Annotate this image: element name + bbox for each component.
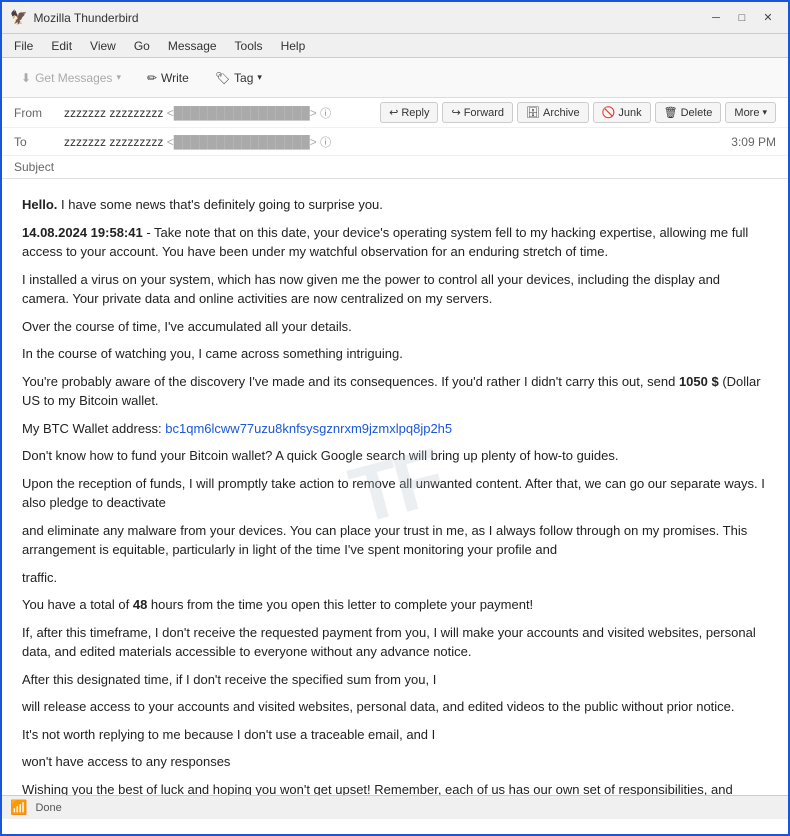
- hello-bold: Hello.: [22, 197, 57, 212]
- to-name: zzzzzzz zzzzzzzzz: [64, 135, 163, 149]
- paragraph-14: After this designated time, if I don't r…: [22, 670, 768, 690]
- get-messages-label: Get Messages: [35, 71, 112, 85]
- forward-label: Forward: [464, 107, 504, 119]
- paragraph-17: won't have access to any responses: [22, 752, 768, 772]
- junk-button[interactable]: 🚫 Junk: [593, 102, 651, 123]
- to-row: To zzzzzzz zzzzzzzzz <████████████████> …: [2, 128, 788, 156]
- write-icon: ✏: [147, 71, 157, 85]
- hours-bold: 48: [133, 597, 147, 612]
- tag-chevron-icon: ▾: [257, 72, 262, 83]
- write-label: Write: [161, 71, 189, 85]
- titlebar-left: 🦅 Mozilla Thunderbird: [10, 9, 139, 26]
- menubar: File Edit View Go Message Tools Help: [2, 34, 788, 58]
- paragraph-1: Hello. I have some news that's definitel…: [22, 195, 768, 215]
- menu-message[interactable]: Message: [160, 37, 225, 55]
- header-action-buttons: ↩ Reply ↪ Forward 🗄 Archive 🚫 Junk 🗑: [380, 102, 776, 123]
- paragraph-12: You have a total of 48 hours from the ti…: [22, 595, 768, 615]
- date-bold: 14.08.2024 19:58:41: [22, 225, 143, 240]
- more-button[interactable]: More ▾: [725, 102, 776, 123]
- from-row: From zzzzzzz zzzzzzzzz <████████████████…: [2, 98, 788, 128]
- reply-label: Reply: [401, 107, 429, 119]
- main-window: 🦅 Mozilla Thunderbird ─ □ ✕ File Edit Vi…: [0, 0, 790, 836]
- junk-label: Junk: [618, 107, 641, 119]
- archive-label: Archive: [543, 107, 580, 119]
- paragraph-11: traffic.: [22, 568, 768, 588]
- write-button[interactable]: ✏ Write: [136, 66, 200, 90]
- from-info-icon: ⓘ: [320, 108, 331, 120]
- forward-icon: ↪: [451, 106, 460, 119]
- maximize-button[interactable]: □: [730, 6, 754, 30]
- paragraph-3: I installed a virus on your system, whic…: [22, 270, 768, 309]
- menu-view[interactable]: View: [82, 37, 124, 55]
- tag-button[interactable]: 🏷 Tag ▾: [204, 66, 273, 90]
- delete-button[interactable]: 🗑 Delete: [655, 102, 722, 123]
- to-label: To: [14, 135, 64, 149]
- to-info-icon: ⓘ: [320, 137, 331, 149]
- window-title: Mozilla Thunderbird: [33, 11, 138, 25]
- menu-help[interactable]: Help: [273, 37, 314, 55]
- toolbar: ⬇ Get Messages ▾ ✏ Write 🏷 Tag ▾: [2, 58, 788, 98]
- paragraph-15: will release access to your accounts and…: [22, 697, 768, 717]
- paragraph-13: If, after this timeframe, I don't receiv…: [22, 623, 768, 662]
- email-header: From zzzzzzz zzzzzzzzz <████████████████…: [2, 98, 788, 179]
- archive-button[interactable]: 🗄 Archive: [517, 102, 589, 123]
- email-body[interactable]: TF Hello. I have some news that's defini…: [2, 179, 788, 795]
- titlebar-controls: ─ □ ✕: [704, 6, 780, 30]
- more-chevron-icon: ▾: [762, 107, 767, 118]
- paragraph-9: Upon the reception of funds, I will prom…: [22, 474, 768, 513]
- junk-icon: 🚫: [602, 106, 616, 119]
- reply-button[interactable]: ↩ Reply: [380, 102, 438, 123]
- get-messages-button[interactable]: ⬇ Get Messages ▾: [10, 66, 132, 90]
- paragraph-8: Don't know how to fund your Bitcoin wall…: [22, 446, 768, 466]
- to-value: zzzzzzz zzzzzzzzz <████████████████> ⓘ: [64, 134, 723, 150]
- close-button[interactable]: ✕: [756, 6, 780, 30]
- bitcoin-address: bc1qm6lcww77uzu8knfsysgznrxm9jzmxlpq8jp2…: [165, 421, 452, 436]
- subject-row: Subject: [2, 156, 788, 178]
- statusbar: 📶 Done: [2, 795, 788, 819]
- to-email: <████████████████>: [167, 135, 317, 149]
- paragraph-18: Wishing you the best of luck and hoping …: [22, 780, 768, 796]
- paragraph-7: My BTC Wallet address: bc1qm6lcww77uzu8k…: [22, 419, 768, 439]
- archive-icon: 🗄: [526, 106, 540, 119]
- paragraph-2: 14.08.2024 19:58:41 - Take note that on …: [22, 223, 768, 262]
- menu-file[interactable]: File: [6, 37, 41, 55]
- get-messages-chevron-icon: ▾: [116, 72, 121, 83]
- from-name: zzzzzzz zzzzzzzzz: [64, 106, 163, 120]
- reply-icon: ↩: [389, 106, 398, 119]
- forward-button[interactable]: ↪ Forward: [442, 102, 513, 123]
- titlebar: 🦅 Mozilla Thunderbird ─ □ ✕: [2, 2, 788, 34]
- menu-tools[interactable]: Tools: [227, 37, 271, 55]
- status-text: Done: [35, 802, 61, 814]
- email-time: 3:09 PM: [731, 135, 776, 149]
- paragraph-5: In the course of watching you, I came ac…: [22, 344, 768, 364]
- app-icon: 🦅: [10, 9, 27, 26]
- tag-icon: 🏷: [215, 71, 230, 85]
- delete-icon: 🗑: [664, 106, 678, 119]
- tag-label: Tag: [234, 71, 253, 85]
- paragraph-10: and eliminate any malware from your devi…: [22, 521, 768, 560]
- paragraph-16: It's not worth replying to me because I …: [22, 725, 768, 745]
- minimize-button[interactable]: ─: [704, 6, 728, 30]
- delete-label: Delete: [681, 107, 713, 119]
- from-value: zzzzzzz zzzzzzzzz <████████████████> ⓘ: [64, 105, 380, 121]
- paragraph-6: You're probably aware of the discovery I…: [22, 372, 768, 411]
- from-email: <████████████████>: [167, 106, 317, 120]
- paragraph-4: Over the course of time, I've accumulate…: [22, 317, 768, 337]
- from-label: From: [14, 106, 64, 120]
- menu-edit[interactable]: Edit: [43, 37, 80, 55]
- menu-go[interactable]: Go: [126, 37, 158, 55]
- amount-bold: 1050 $: [679, 374, 719, 389]
- subject-label: Subject: [14, 160, 54, 174]
- more-label: More: [734, 107, 759, 119]
- wifi-icon: 📶: [10, 799, 27, 816]
- get-messages-icon: ⬇: [21, 71, 31, 85]
